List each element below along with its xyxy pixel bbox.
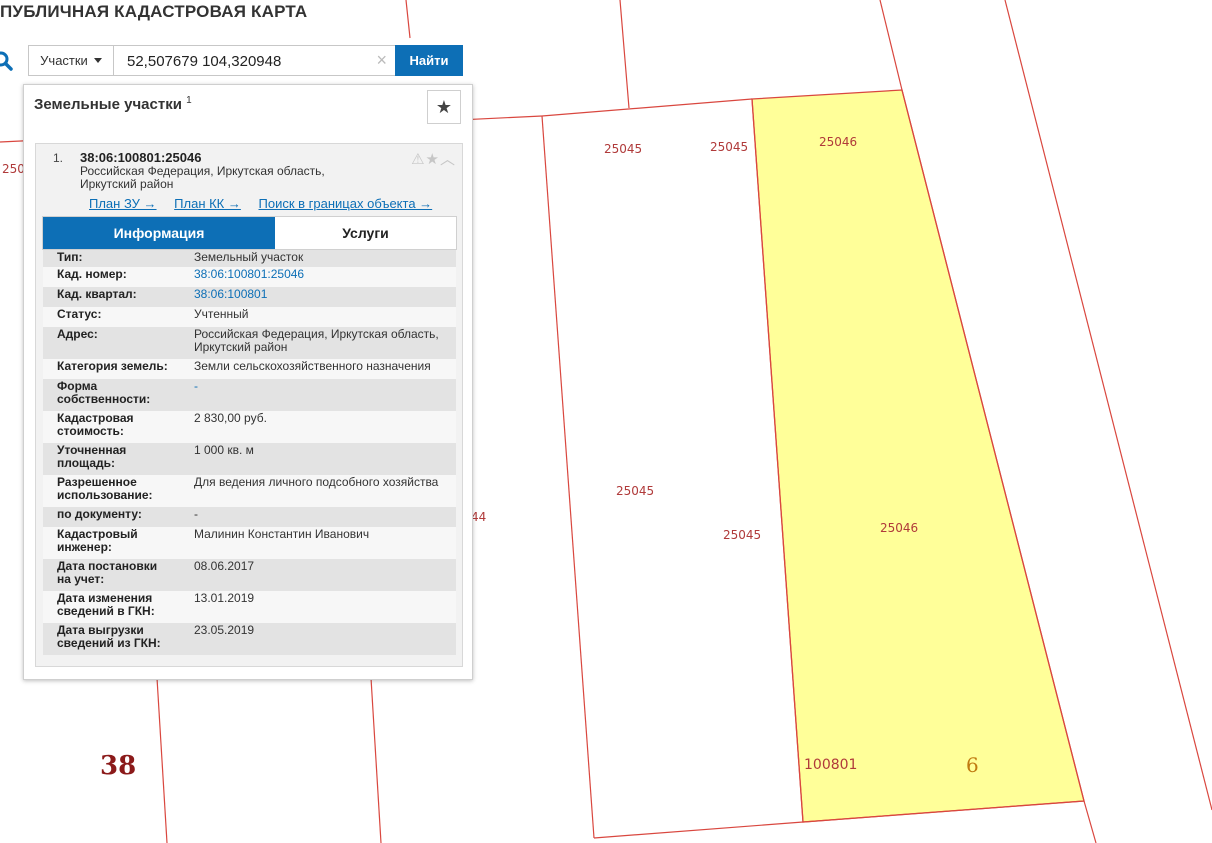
result-card[interactable]: 1. 38:06:100801:25046 Российская Федерац…: [35, 143, 463, 667]
info-key: Дата постановки на учет:: [43, 559, 180, 591]
result-count: 1: [186, 95, 192, 106]
info-key: Кадастровый инженер:: [43, 527, 180, 559]
district-number: 6: [966, 753, 979, 777]
info-table: Тип: Земельный участок Кад. номер: 38:06:10…: [43, 250, 456, 655]
info-value: 23.05.2019: [180, 623, 456, 655]
panel-title: Земельные участки 1: [34, 95, 192, 113]
info-row: Разрешенное использование: Для ведения ли…: [43, 475, 456, 507]
info-key: Разрешенное использование:: [43, 475, 180, 507]
find-button[interactable]: Найти: [395, 45, 463, 76]
info-row: по документу: -: [43, 507, 456, 527]
info-key: Дата выгрузки сведений из ГКН:: [43, 623, 180, 655]
card-tools: ⚠★︿: [411, 148, 456, 169]
card-links: План ЗУ → План КК → Поиск в границах объ…: [89, 196, 446, 211]
caret-down-icon: [93, 58, 102, 63]
info-key: Уточненная площадь:: [43, 443, 180, 475]
info-row: Тип: Земельный участок: [43, 250, 456, 267]
parcel-label: 44: [471, 510, 486, 524]
info-row: Кад. номер: 38:06:100801:25046: [43, 267, 456, 287]
tab-services[interactable]: Услуги: [275, 217, 456, 249]
info-value: 1 000 кв. м: [180, 443, 456, 475]
plan-kk-link[interactable]: План КК →: [174, 196, 241, 211]
info-row: Дата выгрузки сведений из ГКН: 23.05.2019: [43, 623, 456, 655]
parcel-label: 250: [2, 162, 25, 176]
address-line: Иркутский район: [80, 177, 174, 191]
search-input[interactable]: 52,507679 104,320948 ×: [113, 45, 395, 76]
info-row: Дата постановки на учет: 08.06.2017: [43, 559, 456, 591]
parcel-label: 25046: [819, 135, 857, 149]
parcel-label: 25045: [616, 484, 654, 498]
search-type-select[interactable]: Участки: [28, 45, 113, 76]
info-key: Форма собственности:: [43, 379, 180, 411]
search-type-label: Участки: [40, 53, 88, 68]
parcel-label: 25045: [723, 528, 761, 542]
results-panel: Земельные участки 1 ★ 1. 38:06:100801:25…: [23, 84, 473, 680]
search-query: 52,507679 104,320948: [127, 53, 282, 70]
info-value[interactable]: 38:06:100801: [180, 287, 456, 307]
info-value: Земли сельскохозяйственного назначения: [180, 359, 456, 379]
search-icon[interactable]: [0, 50, 14, 72]
info-value: Для ведения личного подсобного хозяйства: [180, 475, 456, 507]
info-value: 13.01.2019: [180, 591, 456, 623]
star-icon[interactable]: ★: [426, 151, 440, 168]
selected-parcel[interactable]: [751, 89, 1085, 823]
info-key: Кад. квартал:: [43, 287, 180, 307]
warning-icon[interactable]: ⚠: [411, 151, 425, 168]
info-row: Форма собственности: -: [43, 379, 456, 411]
info-key: Дата изменения сведений в ГКН:: [43, 591, 180, 623]
info-value: 08.06.2017: [180, 559, 456, 591]
info-row: Уточненная площадь: 1 000 кв. м: [43, 443, 456, 475]
info-value[interactable]: 38:06:100801:25046: [180, 267, 456, 287]
info-key: Кадастровая стоимость:: [43, 411, 180, 443]
region-number: 38: [100, 751, 136, 781]
info-value: Российская Федерация, Иркутская область,…: [180, 327, 456, 359]
parcel-label: 25045: [604, 142, 642, 156]
parcel-label: 25045: [710, 140, 748, 154]
info-value: Учтенный: [180, 307, 456, 327]
search-bounds-link[interactable]: Поиск в границах объекта →: [259, 196, 433, 211]
info-key: Категория земель:: [43, 359, 180, 379]
info-value: 2 830,00 руб.: [180, 411, 456, 443]
favorite-button[interactable]: ★: [427, 90, 461, 124]
search-bar: Участки 52,507679 104,320948 × Найти: [28, 45, 464, 76]
result-address: Российская Федерация, Иркутская область,…: [80, 165, 360, 191]
result-index: 1.: [53, 151, 64, 165]
info-value: Малинин Константин Иванович: [180, 527, 456, 559]
info-value: Земельный участок: [180, 250, 456, 267]
result-cad-number[interactable]: 38:06:100801:25046: [80, 150, 201, 165]
quarter-number: 100801: [804, 757, 857, 773]
tab-information[interactable]: Информация: [43, 217, 275, 249]
info-row: Дата изменения сведений в ГКН: 13.01.2019: [43, 591, 456, 623]
info-row: Кадастровая стоимость: 2 830,00 руб.: [43, 411, 456, 443]
info-key: Кад. номер:: [43, 267, 180, 287]
star-icon: ★: [435, 96, 453, 117]
info-row: Категория земель: Земли сельскохозяйствен…: [43, 359, 456, 379]
info-row: Адрес: Российская Федерация, Иркутская об…: [43, 327, 456, 359]
info-value: -: [180, 379, 456, 411]
info-row: Кад. квартал: 38:06:100801: [43, 287, 456, 307]
info-key: по документу:: [43, 507, 180, 527]
parcel-label: 25046: [880, 521, 918, 535]
info-row: Статус: Учтенный: [43, 307, 456, 327]
panel-title-text: Земельные участки: [34, 96, 182, 113]
collapse-icon[interactable]: ︿: [440, 151, 456, 168]
card-tabs: Информация Услуги: [42, 216, 457, 250]
info-key: Адрес:: [43, 327, 180, 359]
clear-icon[interactable]: ×: [376, 50, 387, 71]
info-key: Тип:: [43, 250, 180, 267]
plan-zu-link[interactable]: План ЗУ →: [89, 196, 157, 211]
info-row: Кадастровый инженер: Малинин Константин И…: [43, 527, 456, 559]
app-title: ПУБЛИЧНАЯ КАДАСТРОВАЯ КАРТА: [0, 2, 308, 21]
info-value: -: [180, 507, 456, 527]
info-key: Статус:: [43, 307, 180, 327]
